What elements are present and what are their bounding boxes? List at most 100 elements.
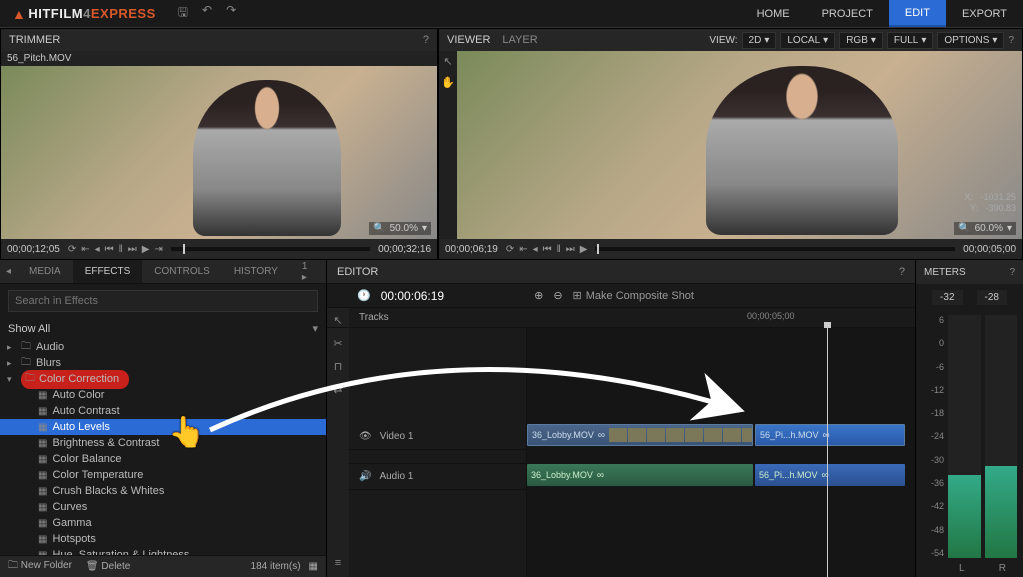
slice-tool-icon[interactable]: ✂ [333, 337, 342, 350]
delete-button[interactable]: 🗑 Delete [86, 561, 130, 572]
effect-icon: ▦ [38, 406, 47, 417]
folder-color-correction[interactable]: 🗀Color Correction [0, 371, 326, 387]
folder-audio[interactable]: 🗀Audio [0, 339, 326, 355]
in-bracket-icon[interactable]: ⊕ [534, 289, 543, 302]
viewer-zoom[interactable]: 🔍60.0%▾ [954, 222, 1016, 235]
hand-tool-icon[interactable]: ✋ [441, 76, 455, 89]
view-mode-icon[interactable]: ▦ [309, 561, 318, 572]
effect-brightness-contrast[interactable]: ▦Brightness & Contrast [0, 435, 326, 451]
trimmer-video[interactable]: 🔍50.0%▾ [1, 66, 437, 239]
audio-clip-1[interactable]: 36_Lobby.MOV∞ [527, 464, 753, 486]
rgb-dd[interactable]: RGB▾ [839, 32, 883, 49]
help-icon[interactable]: ? [1008, 35, 1014, 46]
magnify-icon: 🔍 [373, 223, 385, 234]
nav-export[interactable]: EXPORT [946, 0, 1023, 27]
playhead[interactable] [827, 328, 828, 577]
nav-edit[interactable]: EDIT [889, 0, 946, 27]
composite-button[interactable]: ⊞Make Composite Shot [573, 289, 694, 302]
help-icon[interactable]: ? [1009, 267, 1015, 278]
video-track-header[interactable]: 👁Video 1 [349, 424, 526, 450]
effect-hsl[interactable]: ▦Hue, Saturation & Lightness [0, 547, 326, 555]
main-nav: HOME PROJECT EDIT EXPORT [741, 0, 1023, 27]
trimmer-clip-name: 56_Pitch.MOV [1, 51, 437, 66]
help-icon[interactable]: ? [899, 266, 905, 278]
effect-color-balance[interactable]: ▦Color Balance [0, 451, 326, 467]
video-clip-1[interactable]: 36_Lobby.MOV∞ ⤨ [527, 424, 753, 446]
loop-icon[interactable]: ⟳ [68, 244, 76, 255]
eye-icon[interactable]: 👁 [359, 431, 372, 442]
effect-gamma[interactable]: ▦Gamma [0, 515, 326, 531]
in-icon[interactable]: ⇤ [81, 244, 89, 255]
prev-icon[interactable]: ◂ [95, 244, 100, 255]
tabs-prev-icon[interactable]: ◂ [0, 266, 17, 277]
skip-back-icon[interactable]: ⏮ [543, 244, 552, 255]
trimmer-zoom[interactable]: 🔍50.0%▾ [369, 222, 431, 235]
ruler-tick: 00;00;05;00 [747, 311, 795, 321]
effect-hotspots[interactable]: ▦Hotspots [0, 531, 326, 547]
audio-track-header[interactable]: 🔊Audio 1 [349, 464, 526, 490]
effect-color-temperature[interactable]: ▦Color Temperature [0, 467, 326, 483]
full-dd[interactable]: FULL▾ [887, 32, 933, 49]
viewer-video[interactable]: X: -1031.25 Y: -390.83 🔍60.0%▾ [457, 51, 1022, 239]
loop-icon[interactable]: ⟳ [506, 244, 514, 255]
undo-icon[interactable]: ↶ [202, 3, 212, 24]
timeline-ruler[interactable]: 00;00;05;00 [527, 308, 915, 327]
meter-scale: 60-6-12-18-24-30-36-42-48-54 [922, 315, 948, 558]
play-icon[interactable]: ▶ [580, 244, 588, 255]
skip-fwd-icon[interactable]: ⏭ [128, 244, 137, 255]
out-icon[interactable]: ⇥ [154, 244, 162, 255]
options-dd[interactable]: OPTIONS▾ [937, 32, 1004, 49]
tab-media[interactable]: MEDIA [17, 260, 73, 283]
list-icon[interactable]: ≡ [335, 557, 341, 569]
effect-auto-color[interactable]: ▦Auto Color [0, 387, 326, 403]
effect-icon: ▦ [38, 518, 47, 529]
search-input[interactable] [8, 290, 318, 312]
timeline[interactable]: 36_Lobby.MOV∞ ⤨ 56_Pi...h.MOV∞ 36_Lobby.… [527, 328, 915, 577]
meter-bar-right [985, 315, 1018, 558]
filter-label: Show All [8, 323, 50, 335]
tab-extra[interactable]: 1 ▸ [290, 260, 320, 283]
audio-clip-2[interactable]: 56_Pi...h.MOV∞ [755, 464, 905, 486]
viewer-tab[interactable]: VIEWER [447, 34, 490, 46]
view-label: VIEW: [709, 35, 737, 46]
effects-footer: 🗀 New Folder 🗑 Delete 184 item(s) ▦ [0, 555, 326, 577]
new-folder-button[interactable]: 🗀 New Folder [8, 558, 72, 575]
play-icon[interactable]: ▶ [142, 244, 150, 255]
view-mode-dd[interactable]: 2D▾ [742, 32, 777, 49]
save-icon[interactable]: 🖫 [178, 3, 188, 24]
folder-blurs[interactable]: 🗀Blurs [0, 355, 326, 371]
viewer-scrub[interactable] [595, 247, 955, 251]
effect-auto-contrast[interactable]: ▦Auto Contrast [0, 403, 326, 419]
logo-text-3: EXPRESS [91, 6, 156, 21]
snap-tool-icon[interactable]: ⊓ [334, 360, 343, 373]
filter-dropdown[interactable]: Show All ▾ [0, 318, 326, 339]
layer-tab[interactable]: LAYER [502, 34, 537, 46]
redo-icon[interactable]: ↷ [226, 3, 236, 24]
editor-title: EDITOR [337, 266, 378, 278]
nav-project[interactable]: PROJECT [806, 0, 889, 27]
trimmer-scrub[interactable] [171, 247, 370, 251]
tab-controls[interactable]: CONTROLS [142, 260, 222, 283]
skip-fwd-icon[interactable]: ⏭ [566, 244, 575, 255]
local-dd[interactable]: LOCAL▾ [780, 32, 835, 49]
effect-crush-blacks-whites[interactable]: ▦Crush Blacks & Whites [0, 483, 326, 499]
speaker-icon[interactable]: 🔊 [359, 471, 371, 482]
editor-tc[interactable]: 00:00:06:19 [381, 289, 444, 303]
effect-curves[interactable]: ▦Curves [0, 499, 326, 515]
skip-back-icon[interactable]: ⏮ [105, 244, 114, 255]
effect-auto-levels[interactable]: ▦Auto Levels [0, 419, 326, 435]
clock-icon: 🕐 [357, 289, 371, 302]
out-bracket-icon[interactable]: ⊖ [553, 289, 562, 302]
video-clip-2[interactable]: 56_Pi...h.MOV∞ [755, 424, 905, 446]
help-icon[interactable]: ? [423, 34, 429, 46]
pause-icon[interactable]: ‖ [119, 244, 123, 255]
prev-icon[interactable]: ◂ [533, 244, 538, 255]
effect-icon: ▦ [38, 486, 47, 497]
pointer-tool-icon[interactable]: ↖ [443, 55, 452, 68]
pause-icon[interactable]: ‖ [557, 244, 561, 255]
slide-tool-icon[interactable]: ⇄ [333, 383, 342, 396]
in-icon[interactable]: ⇤ [519, 244, 527, 255]
nav-home[interactable]: HOME [741, 0, 806, 27]
tab-effects[interactable]: EFFECTS [73, 260, 143, 283]
tab-history[interactable]: HISTORY [222, 260, 290, 283]
